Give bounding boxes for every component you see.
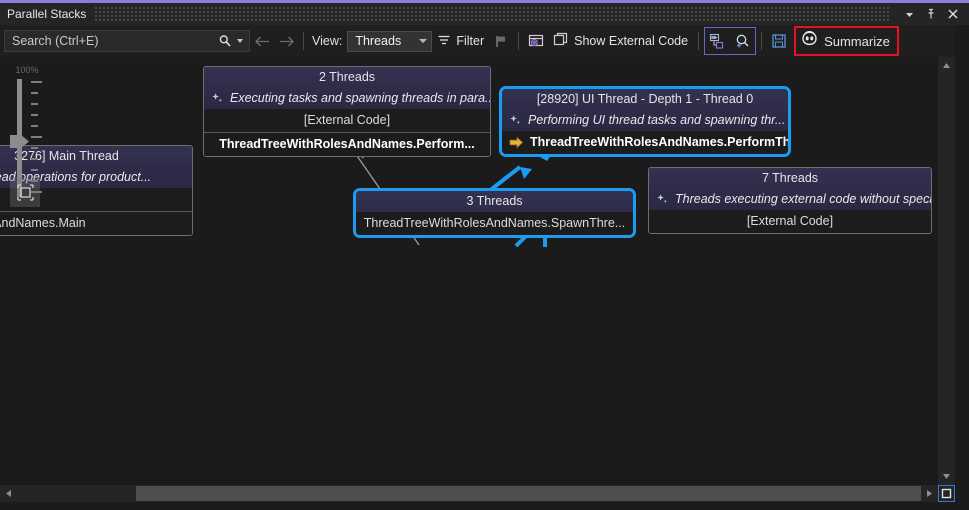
zoom-percent-label: 100%: [15, 65, 39, 75]
back-arrow-icon[interactable]: [250, 28, 274, 54]
vertical-scrollbar[interactable]: [938, 57, 955, 485]
toggle-stack-layout-button[interactable]: [706, 29, 730, 53]
node-header: 3 Threads: [356, 191, 633, 212]
view-label: View:: [312, 34, 343, 48]
node-description: Threads executing external code without …: [649, 189, 931, 210]
stack-frame[interactable]: ithRolesAndNames.Main: [0, 211, 192, 235]
search-placeholder: Search (Ctrl+E): [12, 34, 99, 48]
seven-threads-node[interactable]: 7 Threads Threads executing external cod…: [648, 167, 932, 234]
chevron-down-icon: [419, 39, 428, 43]
flag-button[interactable]: [489, 29, 513, 53]
pin-icon[interactable]: [921, 4, 941, 24]
fit-to-view-button[interactable]: [10, 177, 40, 207]
stack-frame-text: ithRolesAndNames.Main: [0, 216, 86, 230]
close-icon[interactable]: [943, 4, 963, 24]
filter-icon: [437, 34, 451, 49]
filter-button[interactable]: Filter: [432, 28, 489, 54]
copilot-icon: [800, 30, 819, 52]
summarize-label: Summarize: [824, 33, 890, 49]
stack-frame[interactable]: [External Code]: [204, 109, 490, 132]
search-options-chevron-icon[interactable]: [237, 39, 243, 43]
node-description: Performing UI thread tasks and spawning …: [502, 110, 788, 131]
toolbar: Search (Ctrl+E) View: Threads Filter Sho…: [0, 25, 969, 57]
node-header: [28920] UI Thread - Depth 1 - Thread 0: [502, 89, 788, 110]
stack-frame-text: ThreadTreeWithRolesAndNames.Perform...: [219, 137, 475, 151]
zoom-to-thread-button[interactable]: [730, 29, 754, 53]
zoom-slider-thumb[interactable]: [9, 133, 30, 150]
toggle-method-view-button[interactable]: [524, 29, 548, 53]
stack-frame[interactable]: ThreadTreeWithRolesAndNames.Perform...: [204, 132, 490, 156]
stack-frame[interactable]: ThreadTreeWithRolesAndNames.PerformThı: [502, 131, 788, 154]
two-threads-node[interactable]: 2 Threads Executing tasks and spawning t…: [203, 66, 491, 157]
ai-sparkle-icon: [509, 114, 522, 127]
node-description-text: Performing UI thread tasks and spawning …: [528, 113, 786, 127]
save-button[interactable]: [767, 29, 791, 53]
summarize-button[interactable]: Summarize: [794, 26, 899, 56]
scroll-down-icon[interactable]: [938, 468, 955, 485]
window-bottom-edge: [0, 502, 969, 510]
show-external-code-label: Show External Code: [574, 34, 689, 48]
node-description: Executing tasks and spawning threads in …: [204, 88, 490, 109]
search-icon: [218, 34, 232, 48]
filter-label: Filter: [456, 34, 485, 48]
toolbar-divider-3: [698, 32, 700, 50]
ai-sparkle-icon: [211, 92, 224, 105]
stack-frame-text: ThreadTreeWithRolesAndNames.SpawnThre...: [363, 216, 626, 230]
show-external-code-button[interactable]: Show External Code: [548, 28, 693, 54]
parallel-stacks-canvas[interactable]: 3276] Main Thread in thread operations f…: [0, 57, 938, 485]
stack-frame[interactable]: [External Code]: [649, 210, 931, 233]
search-input[interactable]: Search (Ctrl+E): [4, 30, 250, 52]
ui-thread-node[interactable]: [28920] UI Thread - Depth 1 - Thread 0 P…: [499, 86, 791, 157]
copy-icon: [553, 32, 569, 51]
forward-arrow-icon[interactable]: [274, 28, 298, 54]
stack-frame[interactable]: ThreadTreeWithRolesAndNames.SpawnThre...: [356, 212, 633, 235]
parallel-stacks-window: Parallel Stacks Search (Ctrl+E) View: Th…: [0, 0, 969, 510]
view-select[interactable]: Threads: [347, 30, 433, 52]
toolbar-divider-4: [761, 32, 763, 50]
ai-sparkle-icon: [656, 193, 669, 206]
node-header: 7 Threads: [649, 168, 931, 189]
page-title: Parallel Stacks: [7, 7, 87, 21]
stack-frame-text: [External Code]: [746, 214, 834, 228]
horizontal-scrollbar[interactable]: [0, 485, 938, 502]
node-description-text: Threads executing external code without …: [675, 192, 932, 206]
toolbar-divider-2: [518, 32, 520, 50]
zoom-slider[interactable]: 100%: [5, 65, 49, 207]
window-right-edge: [955, 25, 969, 510]
scroll-up-icon[interactable]: [938, 57, 955, 74]
node-header: 2 Threads: [204, 67, 490, 88]
toolbar-divider-1: [303, 32, 304, 50]
scroll-left-icon[interactable]: [0, 485, 17, 502]
window-title-bar: Parallel Stacks: [0, 3, 969, 25]
fit-to-window-button[interactable]: [938, 485, 955, 502]
stack-frame-text: [External Code]: [303, 113, 391, 127]
view-select-value: Threads: [355, 34, 402, 48]
scroll-right-icon[interactable]: [921, 485, 938, 502]
current-frame-arrow-icon: [509, 136, 524, 149]
node-description-text: Executing tasks and spawning threads in …: [230, 91, 491, 105]
chevron-down-icon[interactable]: [899, 4, 919, 24]
horizontal-scrollbar-thumb[interactable]: [136, 486, 921, 501]
title-drag-handle[interactable]: [94, 6, 891, 22]
three-threads-node[interactable]: 3 Threads ThreadTreeWithRolesAndNames.Sp…: [353, 188, 636, 238]
view-mode-group: [704, 27, 757, 55]
stack-frame-text: ThreadTreeWithRolesAndNames.PerformThı: [530, 135, 791, 149]
